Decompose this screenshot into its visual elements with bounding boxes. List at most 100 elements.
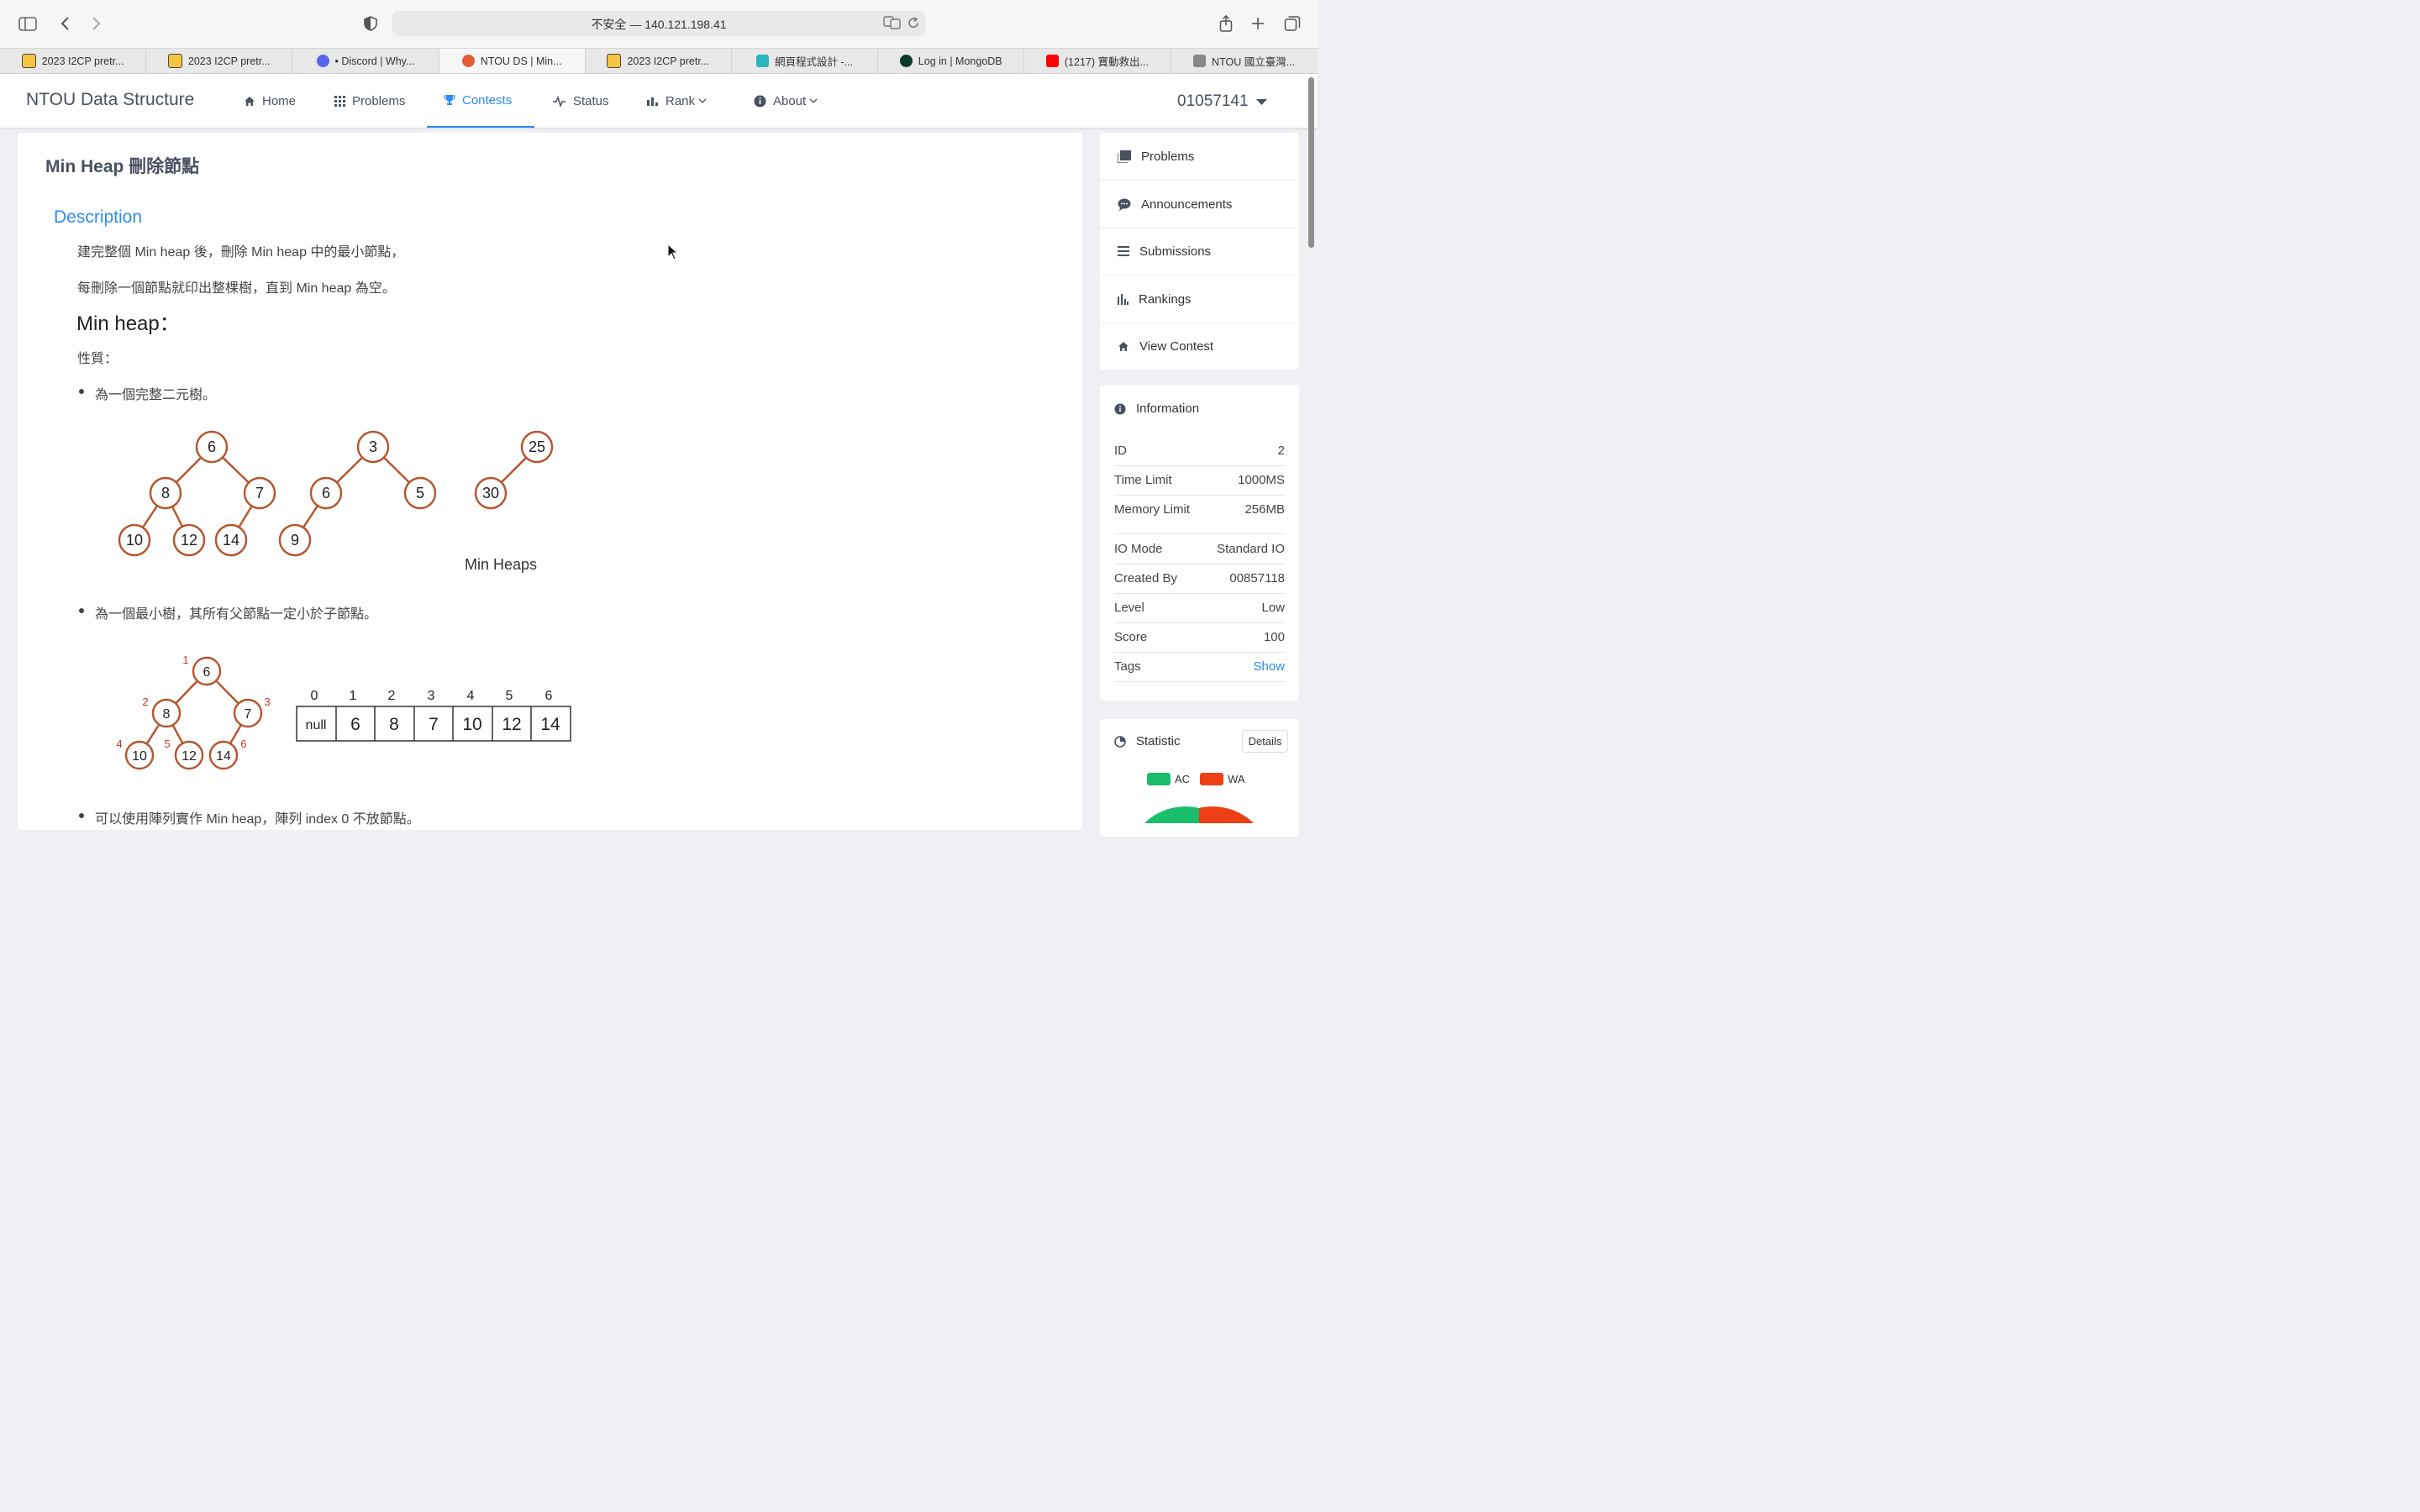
node-value: 12	[182, 749, 197, 764]
statistic-heading: Statistic	[1136, 734, 1181, 748]
bullet-text: 可以使用陣列實作 Min heap，陣列 index 0 不放節點。	[95, 812, 420, 827]
node-value: 14	[216, 749, 231, 764]
bullet-dot	[79, 608, 84, 613]
forward-icon[interactable]	[85, 12, 108, 35]
smiley-favicon-icon	[167, 54, 182, 68]
property-label: 性質：	[77, 352, 118, 366]
statistic-legend: AC WA	[1147, 773, 1245, 785]
node-value: 3	[369, 438, 377, 455]
browser-tab[interactable]: NTOU 國立臺灣...	[1171, 49, 1318, 73]
nav-home[interactable]: Home	[244, 74, 296, 128]
menu-problems[interactable]: Problems	[1100, 133, 1299, 181]
browser-tab[interactable]: • Discord | Why...	[292, 49, 439, 73]
address-bar[interactable]: 不安全 — 140.121.198.41	[392, 11, 925, 36]
menu-label: Problems	[1141, 149, 1195, 164]
tab-bar: 2023 I2CP pretr... 2023 I2CP pretr... • …	[0, 48, 1318, 74]
back-icon[interactable]	[53, 12, 76, 35]
page-scrollbar[interactable]	[1308, 77, 1314, 248]
description-line: 建完整個 Min heap 後，刪除 Min heap 中的最小節點，	[77, 245, 405, 260]
share-icon[interactable]	[1214, 12, 1238, 35]
info-row-created-by: Created By 00857118	[1114, 564, 1285, 594]
tab-label: 2023 I2CP pretr...	[627, 55, 710, 67]
browser-tab[interactable]: (1217) 寶動救出...	[1024, 49, 1171, 73]
info-row-memory-limit: Memory Limit 256MB	[1114, 496, 1285, 534]
node-value: 14	[223, 532, 239, 549]
menu-submissions[interactable]: Submissions	[1100, 228, 1299, 276]
browser-tab[interactable]: 2023 I2CP pretr...	[586, 49, 732, 73]
menu-label: Submissions	[1139, 244, 1212, 259]
problem-title: Min Heap 刪除節點	[45, 157, 200, 176]
browser-tab-active[interactable]: NTOU DS | Min...	[439, 49, 586, 73]
reload-icon[interactable]	[908, 17, 919, 34]
node-value: 30	[482, 485, 499, 501]
trophy-icon	[444, 95, 455, 105]
information-heading: Information	[1136, 402, 1200, 416]
privacy-shield-icon[interactable]	[359, 12, 382, 35]
browser-tab[interactable]: 2023 I2CP pretr...	[0, 49, 147, 73]
browser-tab[interactable]: Log in | MongoDB	[878, 49, 1025, 73]
info-key: Level	[1114, 601, 1144, 615]
info-value: 00857118	[1229, 571, 1285, 585]
translate-icon[interactable]	[883, 16, 902, 34]
info-icon	[754, 95, 766, 107]
mouse-cursor-icon	[667, 244, 679, 260]
min-heaps-figure: 6 8 7 10 12 14 3 6 5 9 25 30 Min Heaps	[118, 430, 554, 573]
info-row-tags: Tags Show	[1114, 653, 1285, 682]
legend-ac-swatch	[1147, 773, 1171, 785]
info-row-io-mode: IO Mode Standard IO	[1114, 535, 1285, 564]
info-value: 256MB	[1244, 502, 1285, 517]
menu-label: Rankings	[1139, 291, 1192, 307]
tab-label: 2023 I2CP pretr...	[187, 55, 271, 67]
nav-contests[interactable]: Contests	[427, 74, 534, 128]
info-key: Memory Limit	[1114, 502, 1191, 517]
tab-label: NTOU DS | Min...	[480, 55, 562, 67]
info-key: Time Limit	[1114, 473, 1172, 487]
site-brand[interactable]: NTOU Data Structure	[26, 90, 194, 110]
sidebar-toggle-icon[interactable]	[16, 12, 39, 35]
node-value: 10	[132, 749, 147, 764]
description-heading: Description	[54, 207, 143, 227]
statistic-card: Statistic Details AC WA	[1100, 719, 1299, 837]
nav-rank[interactable]: Rank	[647, 74, 713, 128]
nav-problems[interactable]: Problems	[334, 74, 405, 128]
site-navbar: NTOU Data Structure Home Problems Contes…	[0, 74, 1318, 128]
url-text: 不安全 — 140.121.198.41	[591, 18, 727, 31]
browser-tab[interactable]: 2023 I2CP pretr...	[146, 49, 293, 73]
tab-label: NTOU 國立臺灣...	[1212, 56, 1296, 68]
heap-array-figure: 6 8 7 10 12 14 1 2 3 4 5 6 0 1 2 3 4 5 6	[116, 654, 571, 770]
node-value: 9	[291, 532, 299, 549]
menu-rankings[interactable]: Rankings	[1100, 276, 1299, 323]
array-index: 5	[506, 689, 513, 703]
ntou-favicon-icon	[461, 55, 475, 67]
menu-view-contest[interactable]: View Contest	[1100, 323, 1299, 370]
nav-about[interactable]: About	[754, 74, 824, 128]
bullet-dot	[79, 813, 84, 818]
new-tab-icon[interactable]	[1246, 12, 1270, 35]
list-icon	[1118, 246, 1129, 256]
browser-tab[interactable]: 網頁程式設計 -...	[732, 49, 879, 73]
index-label: 4	[116, 738, 122, 750]
node-value: 7	[255, 485, 264, 501]
chevron-down-icon	[698, 98, 707, 103]
user-menu[interactable]: 01057141	[1177, 92, 1267, 111]
caret-down-icon	[1255, 99, 1267, 105]
tab-overview-icon[interactable]	[1281, 12, 1304, 35]
node-value: 12	[181, 532, 197, 549]
array-cell: 10	[462, 715, 481, 734]
tags-show-link[interactable]: Show	[1253, 659, 1285, 674]
smiley-favicon-icon	[21, 54, 36, 68]
nav-status[interactable]: Status	[553, 74, 609, 128]
bar-chart-icon	[647, 97, 658, 106]
node-value: 6	[208, 438, 216, 455]
info-key: Created By	[1114, 571, 1178, 585]
info-value: Low	[1261, 601, 1285, 615]
bullet-text: 為一個完整二元樹。	[95, 388, 217, 402]
info-icon	[1114, 402, 1126, 415]
index-label: 5	[164, 738, 170, 750]
array-cell: 8	[389, 715, 399, 734]
tab-label: (1217) 寶動救出...	[1064, 56, 1149, 68]
menu-announcements[interactable]: Announcements	[1100, 181, 1299, 228]
nav-label: Rank	[666, 93, 696, 108]
index-label: 1	[182, 654, 188, 666]
details-button[interactable]: Details	[1242, 730, 1288, 753]
